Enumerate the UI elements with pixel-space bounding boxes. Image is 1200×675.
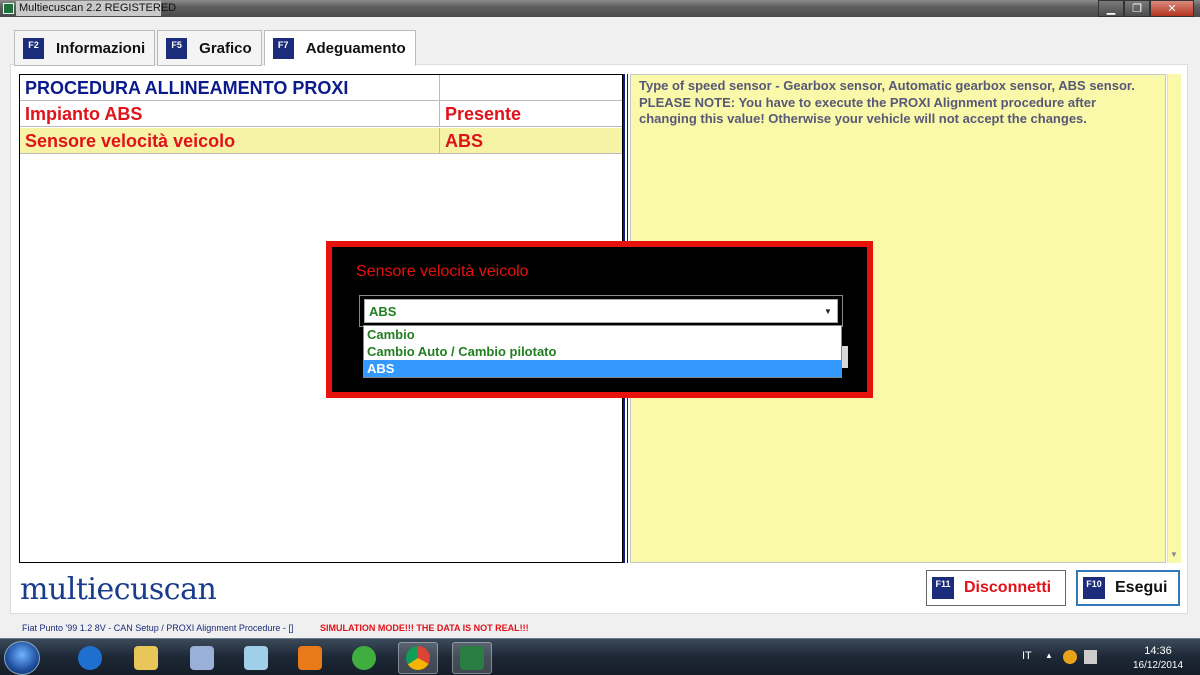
close-button[interactable]: ✕: [1150, 0, 1194, 17]
show-hidden-icons-icon[interactable]: ▲: [1045, 651, 1053, 660]
network-icon[interactable]: [1084, 650, 1097, 664]
button-label: Esegui: [1115, 579, 1168, 596]
minimize-button[interactable]: ▁: [1098, 0, 1124, 17]
language-indicator[interactable]: IT: [1022, 650, 1032, 662]
execute-button[interactable]: F10 Esegui: [1076, 570, 1180, 606]
f7-key-icon: F7: [272, 37, 294, 59]
param-row-sensore-velocita[interactable]: Sensore velocità veicolo ABS: [20, 128, 622, 154]
fiat-app-icon[interactable]: [344, 642, 384, 674]
dialog-title: Sensore velocità veicolo: [356, 263, 529, 280]
param-row-impianto-abs[interactable]: Impianto ABS Presente: [20, 101, 622, 127]
f10-key-icon: F10: [1083, 577, 1105, 599]
control-panel-icon[interactable]: [182, 642, 222, 674]
disconnect-button[interactable]: F11 Disconnetti: [926, 570, 1066, 606]
value-edit-dialog: Sensore velocità veicolo ABS ▼ Cambio Ca…: [326, 241, 873, 398]
app-icon: [3, 3, 14, 14]
column-divider: [439, 128, 440, 154]
maximize-button[interactable]: ❐: [1124, 0, 1150, 17]
tab-adeguamento[interactable]: F7 Adeguamento: [263, 30, 416, 66]
windows-start-icon[interactable]: [4, 641, 40, 675]
sensor-select[interactable]: ABS ▼: [359, 295, 843, 327]
window-title: Multiecuscan 2.2 REGISTERED: [19, 2, 177, 14]
tab-label: Informazioni: [56, 39, 146, 57]
f5-key-icon: F5: [166, 37, 188, 59]
option-cambio[interactable]: Cambio: [364, 326, 841, 343]
chevron-down-icon[interactable]: ▼: [821, 303, 835, 320]
taskbar: IT ▲ 14:36 16/12/2014: [0, 638, 1200, 675]
tab-label: Adeguamento: [305, 39, 406, 57]
vehicle-status: Fiat Punto '99 1.2 8V - CAN Setup / PROX…: [22, 623, 294, 633]
help-scrollbar[interactable]: [1167, 74, 1181, 563]
tab-bar: F2 Informazioni F5 Grafico F7 Adeguament…: [14, 30, 418, 66]
procedure-title: PROCEDURA ALLINEAMENTO PROXI: [25, 78, 349, 98]
tray-app-icon[interactable]: [1063, 650, 1077, 664]
column-divider: [439, 75, 440, 101]
simulation-warning: SIMULATION MODE!!! THE DATA IS NOT REAL!…: [320, 623, 529, 633]
accessibility-icon[interactable]: [70, 642, 110, 674]
selected-value: ABS: [369, 304, 397, 319]
option-abs[interactable]: ABS: [364, 360, 841, 377]
window-controls: ▁ ❐ ✕: [1098, 0, 1194, 17]
f2-key-icon: F2: [23, 37, 44, 59]
tab-informazioni[interactable]: F2 Informazioni: [14, 30, 156, 66]
column-divider: [439, 101, 440, 127]
select-field[interactable]: ABS ▼: [364, 299, 838, 323]
multiecuscan-logo: multiecuscan: [20, 572, 217, 607]
media-player-icon[interactable]: [290, 642, 330, 674]
option-cambio-auto[interactable]: Cambio Auto / Cambio pilotato: [364, 343, 841, 360]
param-value: ABS: [445, 131, 484, 151]
clock-date[interactable]: 16/12/2014: [1128, 660, 1188, 671]
procedure-header-row: PROCEDURA ALLINEAMENTO PROXI: [20, 75, 622, 101]
multiecuscan-icon[interactable]: [452, 642, 492, 674]
dropdown-list: Cambio Cambio Auto / Cambio pilotato ABS: [363, 325, 842, 378]
param-name: Impianto ABS: [25, 104, 143, 124]
status-bar: Fiat Punto '99 1.2 8V - CAN Setup / PROX…: [0, 618, 1200, 638]
scroll-down-arrow-icon[interactable]: ▼: [1168, 549, 1180, 561]
tab-label: Grafico: [199, 39, 252, 57]
f11-key-icon: F11: [932, 577, 954, 599]
window-titlebar: Multiecuscan 2.2 REGISTERED ▁ ❐ ✕: [0, 0, 1200, 17]
tab-grafico[interactable]: F5 Grafico: [157, 30, 262, 66]
help-text: Type of speed sensor - Gearbox sensor, A…: [639, 78, 1135, 126]
clock-time[interactable]: 14:36: [1128, 645, 1188, 657]
param-name: Sensore velocità veicolo: [25, 131, 236, 151]
chrome-icon[interactable]: [398, 642, 438, 674]
file-explorer-icon[interactable]: [126, 642, 166, 674]
param-value: Presente: [445, 104, 522, 124]
notepad-icon[interactable]: [236, 642, 276, 674]
button-label: Disconnetti: [964, 579, 1052, 596]
dialog-button-edge[interactable]: [842, 346, 848, 368]
